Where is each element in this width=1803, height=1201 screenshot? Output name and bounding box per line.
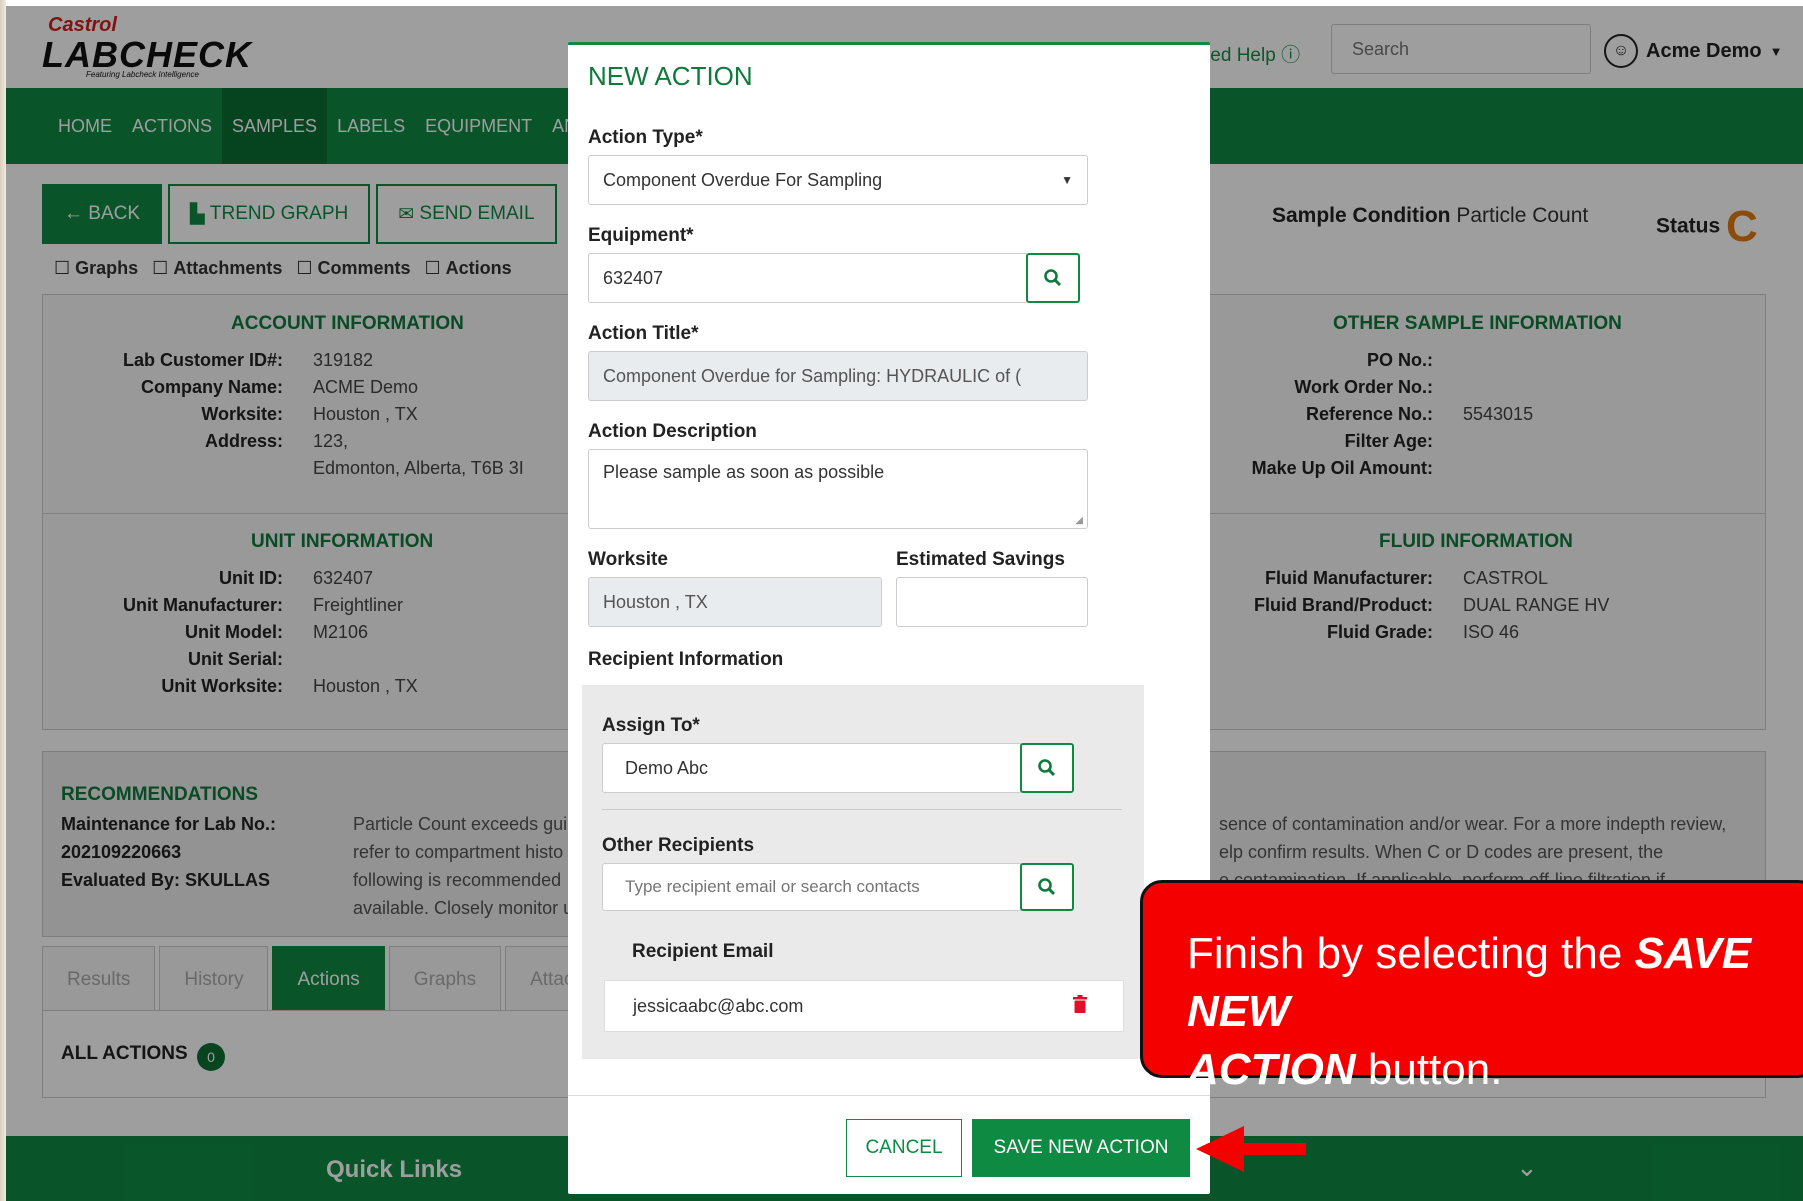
trash-icon[interactable] bbox=[1073, 995, 1087, 1013]
other-recipients-input[interactable] bbox=[602, 863, 1022, 911]
action-description-textarea[interactable]: Please sample as soon as possible ◢ bbox=[588, 449, 1088, 529]
equipment-label: Equipment* bbox=[588, 225, 694, 246]
worksite-label: Worksite bbox=[588, 549, 668, 570]
equipment-search-button[interactable] bbox=[1026, 253, 1080, 303]
save-new-action-button[interactable]: SAVE NEW ACTION bbox=[972, 1119, 1190, 1177]
assign-to-label: Assign To* bbox=[602, 715, 700, 736]
search-icon bbox=[1038, 759, 1056, 777]
assign-to-value: Demo Abc bbox=[625, 757, 709, 778]
worksite-value: Houston , TX bbox=[603, 591, 708, 612]
action-title-value: Component Overdue for Sampling: HYDRAULI… bbox=[603, 365, 1022, 386]
search-icon bbox=[1038, 878, 1056, 896]
action-title-field[interactable]: Component Overdue for Sampling: HYDRAULI… bbox=[588, 351, 1088, 401]
pointer-arrow-icon bbox=[1196, 1126, 1306, 1172]
modal-footer-divider bbox=[568, 1095, 1210, 1096]
action-title-label: Action Title* bbox=[588, 323, 699, 344]
action-description-value: Please sample as soon as possible bbox=[603, 462, 885, 482]
recipients-search-button[interactable] bbox=[1020, 863, 1074, 911]
action-type-label: Action Type* bbox=[588, 127, 703, 148]
instruction-callout: Finish by selecting the SAVE NEW ACTION … bbox=[1140, 880, 1803, 1094]
recipient-email: jessicaabc@abc.com bbox=[633, 995, 804, 1016]
worksite-field[interactable]: Houston , TX bbox=[588, 577, 882, 627]
new-action-modal: NEW ACTION Action Type* Component Overdu… bbox=[568, 42, 1210, 1194]
assign-to-field[interactable]: Demo Abc bbox=[602, 743, 1022, 793]
action-description-label: Action Description bbox=[588, 421, 757, 442]
recipient-section-title: Recipient Information bbox=[588, 649, 784, 670]
callout-emphasis: ACTION bbox=[1187, 1045, 1356, 1094]
assign-search-button[interactable] bbox=[1020, 743, 1074, 793]
estimated-savings-field[interactable] bbox=[896, 577, 1088, 627]
other-recipients-label: Other Recipients bbox=[602, 835, 755, 856]
callout-text: Finish by selecting the bbox=[1187, 929, 1635, 978]
equipment-field[interactable]: 632407 bbox=[588, 253, 1028, 303]
search-icon bbox=[1044, 269, 1062, 287]
modal-title: NEW ACTION bbox=[588, 61, 753, 91]
cancel-button[interactable]: CANCEL bbox=[846, 1119, 962, 1177]
estimated-savings-label: Estimated Savings bbox=[896, 549, 1065, 570]
action-type-value: Component Overdue For Sampling bbox=[603, 169, 883, 190]
caret-down-icon: ▼ bbox=[1061, 173, 1073, 187]
recipient-email-row: jessicaabc@abc.com bbox=[604, 980, 1124, 1032]
divider bbox=[602, 809, 1122, 810]
equipment-value: 632407 bbox=[603, 267, 664, 288]
action-type-select[interactable]: Component Overdue For Sampling ▼ bbox=[588, 155, 1088, 205]
callout-text: button. bbox=[1355, 1045, 1503, 1094]
resize-handle-icon[interactable]: ◢ bbox=[1075, 515, 1083, 526]
recipient-email-header: Recipient Email bbox=[632, 941, 774, 962]
